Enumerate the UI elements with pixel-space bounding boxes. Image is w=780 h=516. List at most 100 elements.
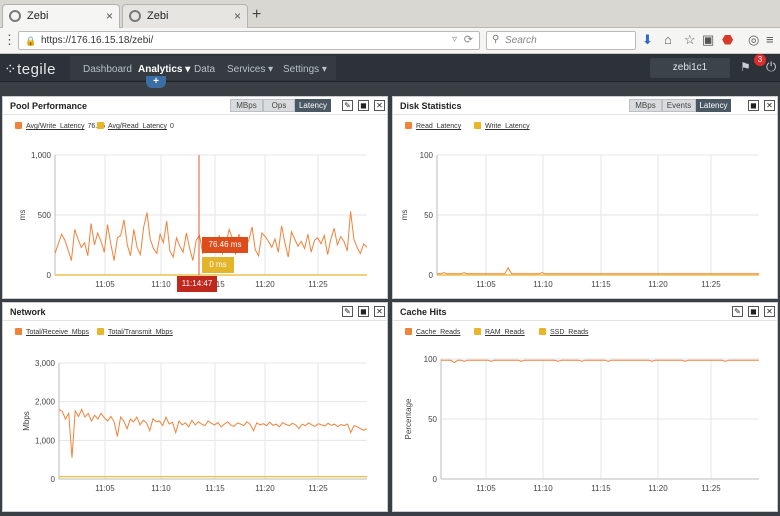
y-tick-label: 0 <box>51 475 56 484</box>
panel-header: Pool Performance MBps Ops Latency ✎ ◼ ✕ <box>3 97 387 115</box>
segment-latency[interactable]: Latency <box>295 99 331 112</box>
tooltip-write-latency: 76.46 ms <box>202 237 248 253</box>
x-tick-label: 11:25 <box>701 280 721 289</box>
url-dropdown-icon[interactable]: ▿ <box>452 34 457 45</box>
browser-nav-bar: ⋮ 🔒 https://176.16.15.18/zebi/ ▿ ⟳ ⚲ Sea… <box>0 28 780 54</box>
new-tab-button[interactable]: + <box>252 6 261 24</box>
legend-item[interactable]: Avg/Read_Latency 0 <box>97 122 174 130</box>
segment-mbps[interactable]: MBps <box>230 99 263 112</box>
segment-latency[interactable]: Latency <box>696 99 731 112</box>
tegile-logo[interactable]: ⁘tegile <box>4 60 56 78</box>
edit-icon[interactable]: ✎ <box>342 306 353 317</box>
x-tick-label: 11:10 <box>533 280 553 289</box>
segment-ops[interactable]: Ops <box>263 99 295 112</box>
legend-item[interactable]: Read_Latency <box>405 122 461 130</box>
flag-icon[interactable]: ⚑ <box>740 60 751 74</box>
reload-icon[interactable]: ⟳ <box>464 33 473 46</box>
legend-item[interactable]: RAM_Reads <box>474 328 525 336</box>
legend-label: Write_Latency <box>485 123 530 130</box>
x-tick-label: 11:10 <box>533 484 553 493</box>
add-widget-button[interactable]: + <box>146 76 166 88</box>
x-tick-label: 11:25 <box>308 484 328 493</box>
search-input[interactable]: ⚲ Search <box>486 31 636 50</box>
menu-data[interactable]: Data <box>194 64 215 75</box>
menu-services[interactable]: Services ▾ <box>227 64 273 75</box>
x-tick-label: 11:15 <box>591 280 611 289</box>
checkbox-icon[interactable] <box>97 328 104 335</box>
x-tick-label: 11:20 <box>648 484 668 493</box>
menu-dashboard[interactable]: Dashboard <box>83 64 132 75</box>
x-tick-label: 11:05 <box>95 280 115 289</box>
checkbox-icon[interactable] <box>15 328 22 335</box>
power-icon[interactable]: ⏻ <box>766 59 776 75</box>
close-icon[interactable]: ✕ <box>374 306 385 317</box>
url-bar[interactable]: 🔒 https://176.16.15.18/zebi/ ▿ ⟳ <box>18 31 480 50</box>
url-text: https://176.16.15.18/zebi/ <box>41 35 154 46</box>
notification-badge: 3 <box>754 54 766 66</box>
checkbox-icon[interactable] <box>539 328 546 335</box>
bookmark-star-icon[interactable]: ☆ <box>684 32 696 48</box>
checkbox-icon[interactable] <box>405 328 412 335</box>
checkbox-icon[interactable] <box>474 328 481 335</box>
logo-text: tegile <box>17 61 56 78</box>
home-icon[interactable]: ⌂ <box>664 32 672 47</box>
y-tick-label: 100 <box>420 151 434 160</box>
site-info-icon[interactable]: ⋮ <box>3 32 16 48</box>
download-icon[interactable]: ⬇ <box>642 32 653 48</box>
x-tick-label: 11:15 <box>205 484 225 493</box>
legend-item[interactable]: Total/Receive_Mbps <box>15 328 89 336</box>
y-tick-label: 1,000 <box>35 436 56 445</box>
tooltip-read-latency: 0 ms <box>202 257 234 273</box>
checkbox-icon[interactable] <box>474 122 481 129</box>
y-tick-label: 50 <box>424 211 433 220</box>
panel-header: Disk Statistics MBps Events Latency ◼ ✕ <box>393 97 777 115</box>
chat-icon[interactable]: ◎ <box>748 32 759 48</box>
pool-performance-panel: 05001,00011:0511:1011:1511:2011:25ms Poo… <box>2 96 388 299</box>
legend-label: Avg/Write_Latency <box>26 123 85 130</box>
segment-events[interactable]: Events <box>662 99 696 112</box>
close-tab-icon[interactable]: × <box>234 9 241 23</box>
checkbox-icon[interactable] <box>97 122 104 129</box>
legend-item[interactable]: Avg/Write_Latency76.46 <box>15 122 105 130</box>
legend-item[interactable]: Write_Latency <box>474 122 530 130</box>
search-placeholder: Search <box>505 35 537 46</box>
checkbox-icon[interactable] <box>15 122 22 129</box>
app-header: ⁘tegile Dashboard Analytics ▾ Data Servi… <box>0 54 780 82</box>
close-icon[interactable]: ✕ <box>764 306 775 317</box>
menu-icon[interactable]: ≡ <box>766 32 774 47</box>
edit-icon[interactable]: ✎ <box>732 306 743 317</box>
user-name[interactable]: zebi1c1 <box>650 58 730 78</box>
panel-header: Network ✎ ◼ ✕ <box>3 303 387 321</box>
menu-analytics[interactable]: Analytics ▾ <box>138 64 190 75</box>
browser-tab-2[interactable]: Zebi × <box>122 4 248 28</box>
close-icon[interactable]: ✕ <box>764 100 775 111</box>
panel-header: Cache Hits ✎ ◼ ✕ <box>393 303 777 321</box>
clipboard-icon[interactable]: ▣ <box>702 32 714 48</box>
legend-item[interactable]: Total/Transmit_Mbps <box>97 328 173 336</box>
panel-title: Disk Statistics <box>400 101 462 111</box>
panel-title: Pool Performance <box>10 101 88 111</box>
browser-tab-1[interactable]: Zebi × <box>2 4 120 28</box>
maximize-icon[interactable]: ◼ <box>358 306 369 317</box>
legend-item[interactable]: Cache_Reads <box>405 328 460 336</box>
checkbox-icon[interactable] <box>405 122 412 129</box>
legend-item[interactable]: SSD_Reads <box>539 328 589 336</box>
segment-mbps[interactable]: MBps <box>629 99 662 112</box>
adblock-icon[interactable]: ⬣ <box>722 32 733 48</box>
close-icon[interactable]: ✕ <box>374 100 385 111</box>
disk-statistics-panel: 0 50 100 11:05 11:10 11:15 11:20 11:25 ms Disk S… <box>392 96 778 299</box>
x-tick-label: 11:20 <box>255 484 275 493</box>
edit-icon[interactable]: ✎ <box>342 100 353 111</box>
maximize-icon[interactable]: ◼ <box>748 100 759 111</box>
maximize-icon[interactable]: ◼ <box>358 100 369 111</box>
y-axis-label: ms <box>400 210 409 221</box>
y-tick-label: 1,000 <box>31 151 52 160</box>
y-tick-label: 50 <box>428 415 437 424</box>
y-axis-label: Percentage <box>404 398 413 439</box>
browser-tab-title: Zebi <box>27 10 49 22</box>
maximize-icon[interactable]: ◼ <box>748 306 759 317</box>
menu-settings[interactable]: Settings ▾ <box>283 64 327 75</box>
cache-hits-panel: 0 50 100 11:05 11:10 11:15 11:20 11:25 Percentag… <box>392 302 778 512</box>
tooltip-time: 11:14:47 <box>177 276 217 292</box>
close-tab-icon[interactable]: × <box>106 9 113 23</box>
